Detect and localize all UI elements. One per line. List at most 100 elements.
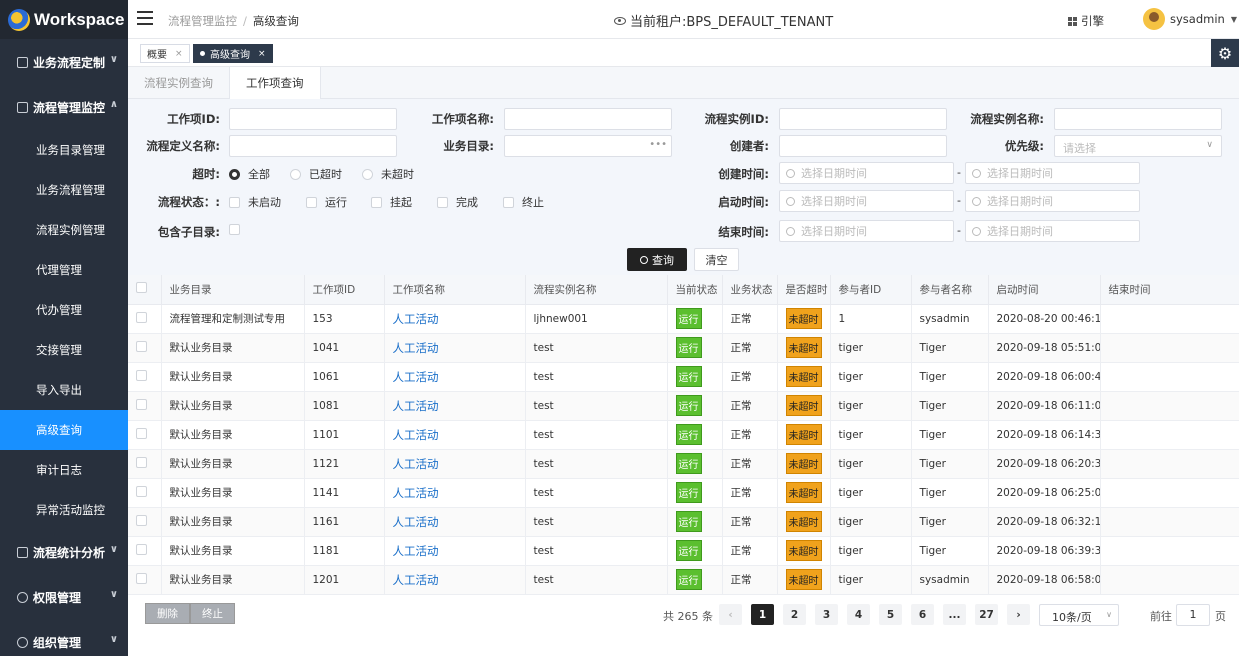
page-6[interactable]: 6: [911, 604, 934, 625]
check-status-notstarted[interactable]: 未启动: [229, 194, 281, 210]
row-select-cell[interactable]: [128, 362, 162, 392]
nav-group-process-custom[interactable]: 业务流程定制 ∨: [0, 40, 128, 85]
workitem-name-link[interactable]: 人工活动: [393, 544, 439, 558]
workitem-name-link[interactable]: 人工活动: [393, 370, 439, 384]
row-select-cell[interactable]: [128, 449, 162, 479]
check-status-running[interactable]: 运行: [306, 194, 347, 210]
page-1[interactable]: 1: [751, 604, 774, 625]
workitem-name-link[interactable]: 人工活动: [393, 457, 439, 471]
more-icon[interactable]: •••: [649, 139, 667, 150]
workitem-name-link[interactable]: 人工活动: [393, 428, 439, 442]
biz-catalog-picker[interactable]: •••: [504, 135, 672, 157]
clear-button[interactable]: 清空: [694, 248, 739, 271]
table-row[interactable]: 默认业务目录 1101 人工活动 test 运行 正常 未超时 tiger Tiger 2020-…: [128, 420, 1239, 450]
tag-overview[interactable]: 概要 ×: [140, 44, 190, 63]
priority-select[interactable]: 请选择 ∨: [1054, 135, 1222, 157]
radio-timeout-no[interactable]: 未超时: [362, 166, 414, 182]
menu-toggle-icon[interactable]: [137, 11, 153, 25]
breadcrumb-parent[interactable]: 流程管理监控: [168, 14, 237, 28]
prev-page-button[interactable]: ‹: [719, 604, 742, 625]
sidebar-item-audit-log[interactable]: 审计日志: [0, 450, 128, 490]
page-ellipsis[interactable]: ...: [943, 604, 966, 625]
select-all-checkbox[interactable]: [136, 282, 147, 294]
page-2[interactable]: 2: [783, 604, 806, 625]
workitem-name-input[interactable]: [504, 108, 672, 130]
row-select-cell[interactable]: [128, 420, 162, 450]
row-checkbox[interactable]: [136, 311, 147, 323]
sidebar-item-handover[interactable]: 交接管理: [0, 330, 128, 370]
settings-gear-icon[interactable]: ⚙: [1211, 39, 1239, 67]
sidebar-item-exception-monitor[interactable]: 异常活动监控: [0, 490, 128, 530]
creator-input[interactable]: [779, 135, 947, 157]
sidebar-item-agent[interactable]: 代理管理: [0, 250, 128, 290]
table-row[interactable]: 默认业务目录 1081 人工活动 test 运行 正常 未超时 tiger Tiger 2020-…: [128, 391, 1239, 421]
row-checkbox[interactable]: [136, 456, 147, 468]
radio-timeout-yes[interactable]: 已超时: [290, 166, 342, 182]
table-row[interactable]: 默认业务目录 1161 人工活动 test 运行 正常 未超时 tiger Tiger 2020-…: [128, 507, 1239, 537]
instance-name-input[interactable]: [1054, 108, 1222, 130]
create-time-end[interactable]: 选择日期时间: [965, 162, 1140, 184]
row-select-cell[interactable]: [128, 304, 162, 334]
row-checkbox[interactable]: [136, 369, 147, 381]
query-button[interactable]: 查询: [627, 248, 687, 271]
sidebar-item-import-export[interactable]: 导入导出: [0, 370, 128, 410]
check-status-suspended[interactable]: 挂起: [371, 194, 412, 210]
page-5[interactable]: 5: [879, 604, 902, 625]
sidebar-item-process[interactable]: 业务流程管理: [0, 170, 128, 210]
row-checkbox[interactable]: [136, 398, 147, 410]
row-select-cell[interactable]: [128, 565, 162, 595]
instance-id-input[interactable]: [779, 108, 947, 130]
table-row[interactable]: 默认业务目录 1201 人工活动 test 运行 正常 未超时 tiger sysadmin 20…: [128, 565, 1239, 595]
goto-page-input[interactable]: 1: [1176, 604, 1210, 626]
workitem-name-link[interactable]: 人工活动: [393, 341, 439, 355]
user-menu[interactable]: sysadmin ▼: [1143, 8, 1237, 30]
workitem-name-link[interactable]: 人工活动: [393, 515, 439, 529]
row-checkbox[interactable]: [136, 572, 147, 584]
workitem-name-link[interactable]: 人工活动: [393, 486, 439, 500]
start-time-start[interactable]: 选择日期时间: [779, 190, 954, 212]
table-row[interactable]: 默认业务目录 1141 人工活动 test 运行 正常 未超时 tiger Tiger 2020-…: [128, 478, 1239, 508]
include-sub-checkbox[interactable]: [229, 224, 248, 235]
tab-workitem-query[interactable]: 工作项查询: [229, 67, 321, 100]
table-row[interactable]: 默认业务目录 1121 人工活动 test 运行 正常 未超时 tiger Tiger 2020-…: [128, 449, 1239, 479]
guide-button[interactable]: 引擎: [1068, 13, 1104, 29]
tag-advanced-query[interactable]: 高级查询 ×: [193, 44, 273, 63]
delete-button[interactable]: 删除: [145, 603, 190, 624]
row-select-cell[interactable]: [128, 333, 162, 363]
row-checkbox[interactable]: [136, 514, 147, 526]
close-icon[interactable]: ×: [258, 49, 266, 59]
logo[interactable]: Workspace: [0, 0, 128, 39]
page-size-select[interactable]: 10条/页 ∨: [1039, 604, 1119, 626]
sidebar-item-instance[interactable]: 流程实例管理: [0, 210, 128, 250]
terminate-button[interactable]: 终止: [190, 603, 235, 624]
row-checkbox[interactable]: [136, 340, 147, 352]
sidebar-item-advanced-query[interactable]: 高级查询: [0, 410, 128, 450]
table-row[interactable]: 默认业务目录 1061 人工活动 test 运行 正常 未超时 tiger Tiger 2020-…: [128, 362, 1239, 392]
page-27[interactable]: 27: [975, 604, 998, 625]
check-status-completed[interactable]: 完成: [437, 194, 478, 210]
row-checkbox[interactable]: [136, 485, 147, 497]
row-select-cell[interactable]: [128, 478, 162, 508]
table-row[interactable]: 流程管理和定制测试专用 153 人工活动 ljhnew001 运行 正常 未超时 1 sysad…: [128, 304, 1239, 334]
start-time-end[interactable]: 选择日期时间: [965, 190, 1140, 212]
row-checkbox[interactable]: [136, 427, 147, 439]
nav-group-statistics[interactable]: 流程统计分析 ∨: [0, 530, 128, 575]
nav-group-process-monitor[interactable]: 流程管理监控 ∧: [0, 85, 128, 130]
close-icon[interactable]: ×: [175, 49, 183, 59]
next-page-button[interactable]: ›: [1007, 604, 1030, 625]
workitem-name-link[interactable]: 人工活动: [393, 399, 439, 413]
row-select-cell[interactable]: [128, 391, 162, 421]
select-all-cell[interactable]: [128, 275, 162, 305]
workitem-name-link[interactable]: 人工活动: [393, 573, 439, 587]
nav-group-permission[interactable]: 权限管理 ∨: [0, 575, 128, 620]
table-row[interactable]: 默认业务目录 1041 人工活动 test 运行 正常 未超时 tiger Tiger 2020-…: [128, 333, 1239, 363]
sidebar-item-catalog[interactable]: 业务目录管理: [0, 130, 128, 170]
end-time-end[interactable]: 选择日期时间: [965, 220, 1140, 242]
create-time-start[interactable]: 选择日期时间: [779, 162, 954, 184]
row-select-cell[interactable]: [128, 507, 162, 537]
sidebar-item-proxy[interactable]: 代办管理: [0, 290, 128, 330]
row-checkbox[interactable]: [136, 543, 147, 555]
table-row[interactable]: 默认业务目录 1181 人工活动 test 运行 正常 未超时 tiger Tiger 2020-…: [128, 536, 1239, 566]
workitem-id-input[interactable]: [229, 108, 397, 130]
definition-name-input[interactable]: [229, 135, 397, 157]
